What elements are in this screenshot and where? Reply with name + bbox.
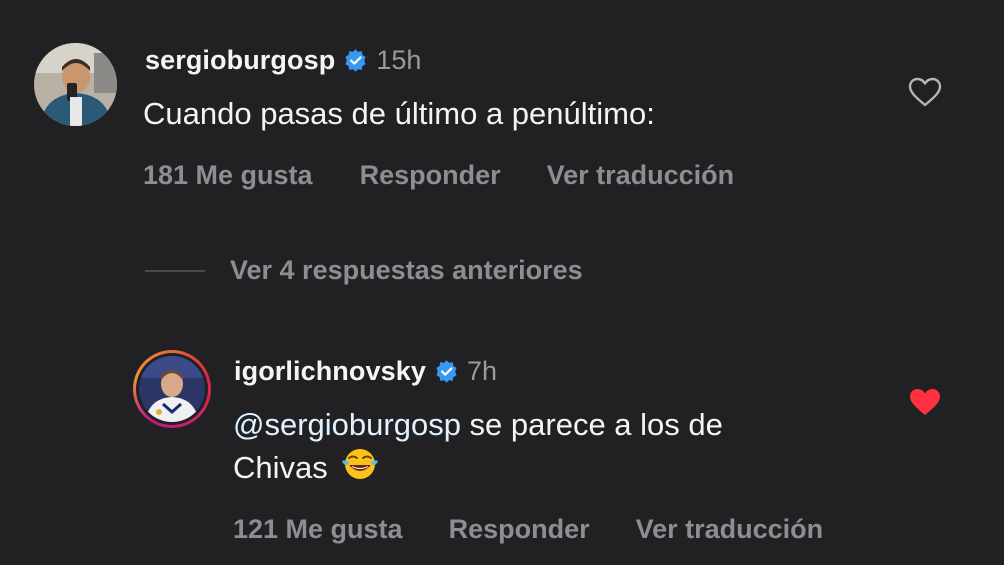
username[interactable]: sergioburgosp <box>145 45 335 76</box>
comment-text: Cuando pasas de último a penúltimo: <box>143 96 655 131</box>
like-count[interactable]: 181 Me gusta <box>143 160 313 191</box>
heart-filled-icon[interactable] <box>908 387 942 422</box>
view-replies-label: Ver 4 respuestas anteriores <box>230 255 583 285</box>
reply-button[interactable]: Responder <box>449 514 590 545</box>
translate-button[interactable]: Ver traducción <box>547 160 735 191</box>
view-replies-button[interactable]: Ver 4 respuestas anteriores <box>145 255 583 286</box>
avatar[interactable] <box>133 350 211 428</box>
comment-time: 15h <box>376 45 422 75</box>
username[interactable]: igorlichnovsky <box>234 356 426 387</box>
comment-time: 7h <box>466 356 498 386</box>
comment-text: @sergioburgosp se parece a los de Chivas <box>233 403 723 493</box>
reply-button[interactable]: Responder <box>360 160 501 191</box>
face-with-tears-of-joy-icon <box>340 446 380 493</box>
verified-badge-icon <box>343 48 368 73</box>
translate-button[interactable]: Ver traducción <box>636 514 824 545</box>
heart-outline-icon[interactable] <box>908 77 942 112</box>
like-count[interactable]: 121 Me gusta <box>233 514 403 545</box>
comment-text-part: se parece a los de <box>460 407 723 442</box>
avatar[interactable] <box>34 43 117 126</box>
mention-link[interactable]: @sergioburgosp <box>233 407 461 442</box>
divider-line <box>145 269 205 272</box>
comment-text-line2: Chivas <box>233 450 328 485</box>
verified-badge-icon <box>434 359 459 384</box>
